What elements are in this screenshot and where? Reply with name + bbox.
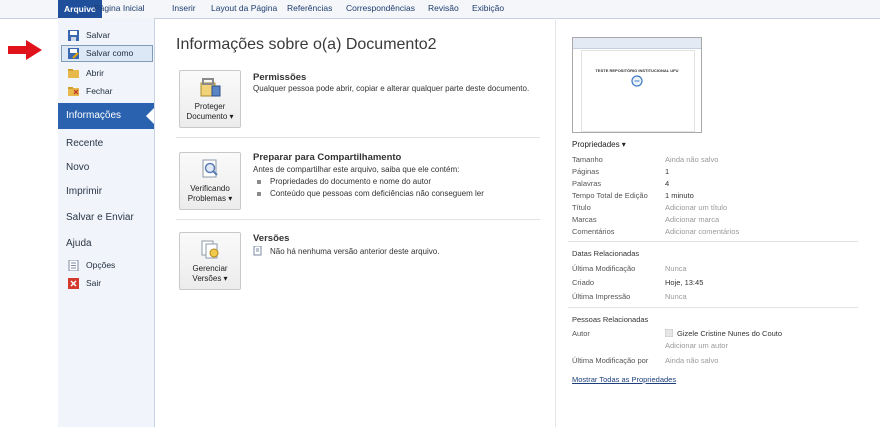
prepare-bullet-2: Conteúdo que pessoas com deficiências nã… (270, 189, 484, 198)
version-document-icon (253, 246, 262, 256)
nav-open[interactable]: Abrir (58, 68, 154, 80)
tab-layout-da-pagina[interactable]: Layout da Página (211, 3, 277, 13)
prop-value-tags[interactable]: Adicionar marca (665, 215, 719, 224)
versions-icon (201, 240, 219, 259)
last-modified-by-label: Última Modificação por (572, 356, 649, 365)
ribbon-tab-bar: Arquivo Página Inicial Inserir Layout da… (0, 0, 880, 19)
preview-text: TESTE REPOSITÓRIO INSTITUCIONAL UFU (595, 68, 679, 73)
check-problems-button[interactable]: Verificando Problemas ▾ (179, 152, 241, 210)
lock-icon (200, 78, 221, 97)
manage-versions-button[interactable]: Gerenciar Versões ▾ (179, 232, 241, 290)
date-label-last-printed: Última Impressão (572, 292, 631, 301)
nav-selected-pointer-icon (146, 108, 154, 124)
page-title: Informações sobre o(a) Documento2 (176, 36, 437, 53)
prop-label-size: Tamanho (572, 155, 603, 164)
prop-label-title: Título (572, 203, 591, 212)
prepare-bullet-1: Propriedades do documento e nome do auto… (270, 177, 431, 186)
inspect-document-icon (202, 159, 218, 178)
date-label-last-modified: Última Modificação (572, 264, 636, 273)
section-divider (568, 241, 858, 242)
prop-value-pages: 1 (665, 167, 670, 176)
panel-divider (555, 18, 556, 427)
nav-info[interactable]: Informações (58, 103, 154, 129)
section-divider (568, 307, 858, 308)
preview-ribbon (573, 38, 701, 49)
prepare-title: Preparar para Compartilhamento (253, 152, 402, 163)
close-folder-icon (68, 87, 79, 96)
protect-document-button[interactable]: Proteger Documento ▾ (179, 70, 241, 128)
prop-label-pages: Páginas (572, 167, 600, 176)
preview-logo-icon (631, 75, 643, 87)
section-divider (176, 137, 540, 138)
nav-save[interactable]: Salvar (58, 30, 154, 42)
backstage-nav: Salvar Salvar como Abrir Fechar Informaç… (58, 18, 155, 427)
preview-page (581, 50, 695, 132)
author-name[interactable]: Gizele Cristine Nunes do Couto (677, 329, 782, 338)
annotation-arrow-icon (8, 40, 42, 60)
prop-label-words: Palavras (572, 179, 602, 188)
date-label-created: Criado (572, 278, 595, 287)
exit-icon (68, 278, 79, 289)
prop-label-edit-time: Tempo Total de Edição (572, 191, 648, 200)
nav-options[interactable]: Opções (58, 260, 154, 272)
prop-label-tags: Marcas (572, 215, 597, 224)
tab-inserir[interactable]: Inserir (172, 3, 196, 13)
prop-label-comments: Comentários (572, 227, 615, 236)
related-people-header: Pessoas Relacionadas (572, 315, 649, 324)
open-folder-icon (68, 69, 79, 78)
tab-revisao[interactable]: Revisão (428, 3, 459, 13)
related-dates-header: Datas Relacionadas (572, 249, 640, 258)
versions-title: Versões (253, 233, 290, 244)
nav-close[interactable]: Fechar (58, 86, 154, 98)
tab-referencias[interactable]: Referências (287, 3, 332, 13)
nav-print[interactable]: Imprimir (66, 186, 102, 197)
nav-exit[interactable]: Sair (58, 278, 154, 290)
prop-value-title[interactable]: Adicionar um título (665, 203, 727, 212)
permissions-title: Permissões (253, 72, 307, 83)
bullet-icon (257, 180, 261, 184)
tab-pagina-inicial[interactable]: Página Inicial (94, 3, 145, 13)
bullet-icon (257, 192, 261, 196)
save-icon (68, 30, 79, 41)
prop-value-size: Ainda não salvo (665, 155, 719, 164)
show-all-properties-link[interactable]: Mostrar Todas as Propriedades (572, 375, 676, 384)
tab-correspondencias[interactable]: Correspondências (346, 3, 415, 13)
nav-recent[interactable]: Recente (66, 138, 103, 149)
save-as-icon (68, 48, 79, 59)
last-modified-by-value: Ainda não salvo (665, 356, 719, 365)
date-value-last-modified: Nunca (665, 264, 687, 273)
properties-dropdown[interactable]: Propriedades ▾ (572, 140, 626, 149)
permissions-text: Qualquer pessoa pode abrir, copiar e alt… (253, 84, 530, 93)
prepare-text: Antes de compartilhar este arquivo, saib… (253, 165, 460, 174)
section-divider (176, 219, 540, 220)
nav-help[interactable]: Ajuda (66, 238, 92, 249)
prop-value-comments[interactable]: Adicionar comentários (665, 227, 739, 236)
document-preview[interactable]: TESTE REPOSITÓRIO INSTITUCIONAL UFU (572, 37, 702, 133)
nav-save-as[interactable]: Salvar como (58, 48, 154, 60)
author-label: Autor (572, 329, 590, 338)
nav-save-and-send[interactable]: Salvar e Enviar (66, 212, 134, 223)
add-author-link[interactable]: Adicionar um autor (665, 341, 728, 350)
author-avatar-icon (665, 329, 673, 337)
date-value-created: Hoje, 13:45 (665, 278, 704, 287)
prop-value-words: 4 (665, 179, 670, 188)
options-icon (68, 260, 79, 271)
tab-exibicao[interactable]: Exibição (472, 3, 504, 13)
date-value-last-printed: Nunca (665, 292, 687, 301)
nav-new[interactable]: Novo (66, 162, 89, 173)
versions-text: Não há nenhuma versão anterior deste arq… (270, 247, 440, 256)
prop-value-edit-time: 1 minuto (665, 191, 694, 200)
